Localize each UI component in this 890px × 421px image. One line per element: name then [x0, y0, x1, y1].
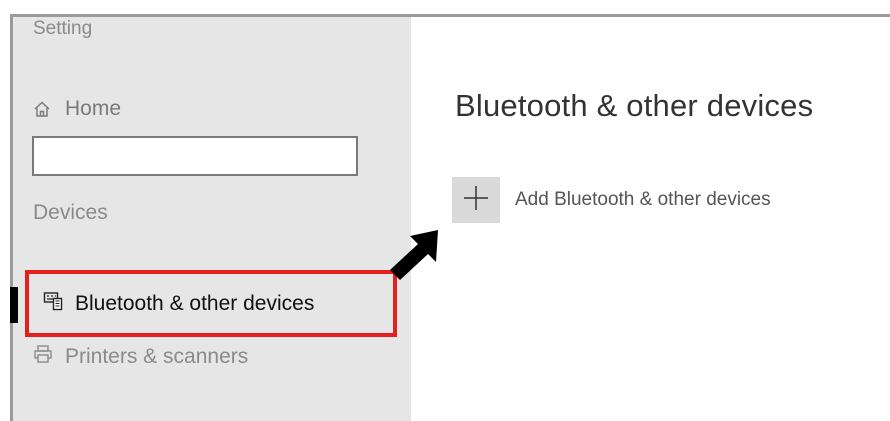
sidebar-item-home[interactable]: Home	[33, 94, 121, 124]
home-icon	[33, 100, 51, 118]
printer-icon	[33, 344, 53, 370]
pointer-arrow-icon	[386, 222, 446, 282]
add-tile[interactable]	[452, 177, 500, 223]
add-device-label: Add Bluetooth & other devices	[515, 189, 771, 210]
plus-icon	[463, 185, 489, 216]
page-title: Bluetooth & other devices	[455, 88, 814, 123]
add-device-button[interactable]: Add Bluetooth & other devices	[452, 176, 771, 224]
sidebar-item-printers[interactable]: Printers & scanners	[33, 342, 248, 372]
section-label-devices: Devices	[33, 201, 108, 224]
sidebar-item-label: Bluetooth & other devices	[75, 291, 315, 315]
sidebar-item-bluetooth[interactable]: Bluetooth & other devices	[25, 270, 397, 337]
search-input[interactable]	[32, 136, 358, 176]
keyboard-device-icon	[43, 291, 63, 317]
sidebar-item-label: Home	[65, 97, 122, 120]
sidebar-item-label: Printers & scanners	[65, 345, 249, 368]
selected-item-indicator	[10, 287, 18, 323]
settings-title: Setting	[33, 18, 93, 39]
